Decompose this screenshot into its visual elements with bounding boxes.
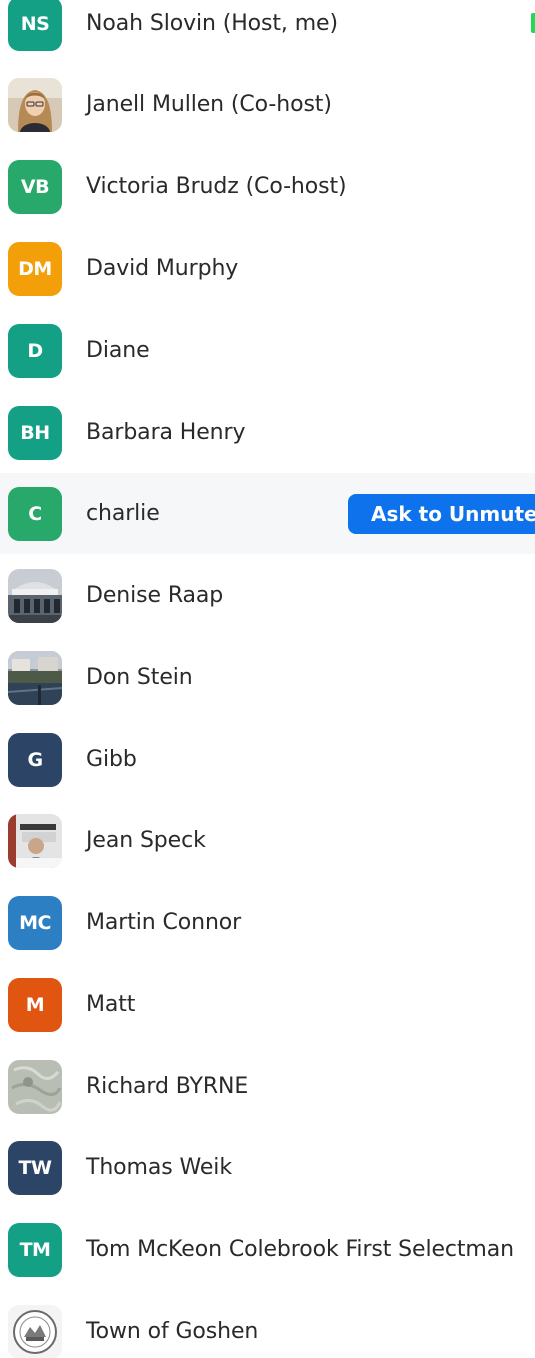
- avatar-initials: DM: [8, 241, 62, 296]
- participant-row-diane[interactable]: D Diane: [0, 310, 535, 391]
- participant-name: Noah Slovin (Host, me): [86, 11, 338, 36]
- avatar-initials-text: VB: [20, 175, 50, 198]
- participant-name: Gibb: [86, 747, 137, 772]
- avatar-initials: M: [8, 977, 62, 1032]
- participant-name: Matt: [86, 992, 136, 1017]
- participant-row-thomas-weik[interactable]: TW Thomas Weik: [0, 1127, 535, 1208]
- avatar-initials-text: DM: [18, 257, 52, 280]
- participant-name: charlie: [86, 501, 160, 526]
- avatar-initials: MC: [8, 895, 62, 950]
- participant-row-barbara-henry[interactable]: BH Barbara Henry: [0, 392, 535, 473]
- participant-row-tom-mckeon[interactable]: TM Tom McKeon Colebrook First Selectman: [0, 1209, 535, 1290]
- participant-name: Diane: [86, 338, 150, 363]
- avatar-initials: D: [8, 323, 62, 378]
- participant-row-gibb[interactable]: G Gibb: [0, 719, 535, 800]
- avatar-initials: BH: [8, 405, 62, 460]
- avatar-initials: C: [8, 486, 62, 541]
- photo-texture-icon: [8, 1059, 62, 1114]
- participant-row-martin-connor[interactable]: MC Martin Connor: [0, 882, 535, 963]
- avatar-initials-text: G: [27, 748, 43, 771]
- avatar-initials-text: C: [28, 502, 42, 525]
- participant-name: Martin Connor: [86, 910, 242, 935]
- avatar-initials-text: TM: [19, 1238, 51, 1261]
- photo-building-icon: [8, 568, 62, 623]
- participant-name: Don Stein: [86, 665, 193, 690]
- participant-name: Janell Mullen (Co-host): [86, 92, 332, 117]
- participant-row-richard-byrne[interactable]: Richard BYRNE: [0, 1046, 535, 1127]
- avatar-initials: G: [8, 732, 62, 787]
- avatar-initials-text: D: [27, 339, 43, 362]
- participant-name: David Murphy: [86, 256, 239, 281]
- avatar-initials-text: M: [25, 993, 45, 1016]
- photo-room-icon: [8, 813, 62, 868]
- participant-name: Denise Raap: [86, 583, 224, 608]
- participant-name: Barbara Henry: [86, 420, 246, 445]
- participant-name: Jean Speck: [86, 828, 206, 853]
- participant-name: Town of Goshen: [86, 1319, 259, 1344]
- avatar-initials-text: BH: [20, 421, 50, 444]
- participant-row-denise-raap[interactable]: Denise Raap: [0, 555, 535, 636]
- participant-row-david-murphy[interactable]: DM David Murphy: [0, 228, 535, 309]
- participant-row-noah-slovin[interactable]: NS Noah Slovin (Host, me): [0, 0, 535, 64]
- participant-name: Tom McKeon Colebrook First Selectman: [86, 1237, 514, 1262]
- avatar-initials-text: TW: [18, 1156, 52, 1179]
- avatar-initials: TW: [8, 1140, 62, 1195]
- avatar-initials: NS: [8, 0, 62, 51]
- status-indicator: [531, 13, 535, 33]
- participant-row-jean-speck[interactable]: Jean Speck: [0, 800, 535, 881]
- participant-name: Victoria Brudz (Co-host): [86, 174, 347, 199]
- participant-row-charlie[interactable]: C charlie Ask to Unmute: [0, 473, 535, 554]
- avatar-initials-text: NS: [20, 12, 50, 35]
- participant-name: Thomas Weik: [86, 1155, 232, 1180]
- photo-person-icon: [8, 77, 62, 132]
- avatar-initials: VB: [8, 159, 62, 214]
- participant-row-janell-mullen[interactable]: Janell Mullen (Co-host): [0, 64, 535, 145]
- participant-name: Richard BYRNE: [86, 1074, 249, 1099]
- participant-row-town-of-goshen[interactable]: Town of Goshen: [0, 1291, 535, 1358]
- avatar-initials-text: MC: [19, 911, 51, 934]
- participant-row-matt[interactable]: M Matt: [0, 964, 535, 1045]
- participant-row-victoria-brudz[interactable]: VB Victoria Brudz (Co-host): [0, 146, 535, 227]
- participants-list: NS Noah Slovin (Host, me) Janell Mullen …: [0, 0, 535, 1358]
- participant-row-don-stein[interactable]: Don Stein: [0, 637, 535, 718]
- ask-to-unmute-button[interactable]: Ask to Unmute: [348, 494, 535, 534]
- photo-seal-icon: [8, 1304, 62, 1358]
- avatar-initials: TM: [8, 1222, 62, 1277]
- photo-waterfront-icon: [8, 650, 62, 705]
